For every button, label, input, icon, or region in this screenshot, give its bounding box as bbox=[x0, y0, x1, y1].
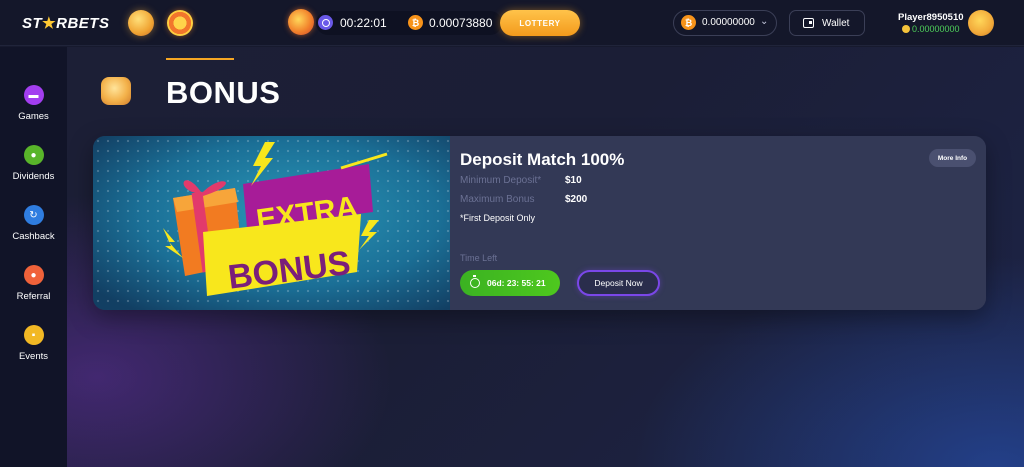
sidebar-item-label: Dividends bbox=[12, 171, 55, 182]
sidebar-item-dividends[interactable]: ● Dividends bbox=[0, 145, 67, 193]
gamepad-icon: ▬ bbox=[23, 85, 44, 105]
avatar[interactable] bbox=[968, 10, 994, 36]
bonus-card: EXTRA BONUS Deposit Match 100% More Info… bbox=[93, 136, 986, 310]
wallet-label: Wallet bbox=[822, 17, 850, 29]
logo-text-end: RBETS bbox=[56, 15, 110, 32]
lottery-badge-icon bbox=[288, 9, 314, 35]
lucky-wheel-icon[interactable] bbox=[167, 10, 193, 36]
sidebar-item-games[interactable]: ▬ Games bbox=[0, 85, 67, 133]
first-deposit-note: *First Deposit Only bbox=[460, 213, 536, 223]
max-bonus-value: $200 bbox=[565, 194, 588, 205]
sidebar: ▬ Games ● Dividends ↻ Cashback ● Referra… bbox=[0, 47, 67, 467]
logo-text-start: ST bbox=[22, 15, 43, 32]
sidebar-item-label: Events bbox=[18, 351, 49, 362]
countdown-timer: 06d: 23: 55: 21 bbox=[460, 270, 560, 296]
sidebar-item-label: Cashback bbox=[12, 231, 55, 242]
bonus-gift-icon bbox=[101, 77, 131, 105]
sidebar-item-events[interactable]: ▪ Events bbox=[0, 325, 67, 373]
lottery-timer: 00:22:01 bbox=[340, 16, 387, 30]
balance-selector[interactable]: ₿ 0.00000000 ⌄ bbox=[673, 10, 777, 36]
logo-star-icon: ★ bbox=[42, 15, 57, 32]
more-info-button[interactable]: More Info bbox=[929, 149, 976, 167]
sidebar-item-referral[interactable]: ● Referral bbox=[0, 265, 67, 313]
user-balance: 0.00000000 bbox=[912, 24, 960, 34]
coin-icon bbox=[902, 25, 910, 33]
username[interactable]: Player8950510 bbox=[898, 12, 964, 23]
referral-icon: ● bbox=[23, 265, 44, 285]
sidebar-item-cashback[interactable]: ↻ Cashback bbox=[0, 205, 67, 253]
bonus-gift-icon[interactable] bbox=[128, 10, 154, 36]
min-deposit-value: $10 bbox=[565, 175, 582, 186]
min-deposit-label: Minimum Deposit* bbox=[460, 175, 542, 186]
lottery-widget: 00:22:01 ₿ 0.00073880 LOTTERY bbox=[288, 9, 580, 36]
lottery-pot-amount: 0.00073880 bbox=[429, 16, 493, 30]
starbets-logo[interactable]: ST★RBETS bbox=[22, 14, 109, 32]
bitcoin-icon: ₿ bbox=[408, 15, 423, 30]
max-bonus-label: Maximum Bonus bbox=[460, 194, 535, 205]
bonus-details: Deposit Match 100% More Info Minimum Dep… bbox=[450, 136, 986, 310]
wallet-icon bbox=[803, 18, 814, 28]
dividends-icon: ● bbox=[23, 145, 44, 165]
deposit-now-button[interactable]: Deposit Now bbox=[577, 270, 660, 296]
top-bar: ST★RBETS 00:22:01 ₿ 0.00073880 LOTTERY ₿… bbox=[0, 0, 1024, 46]
sidebar-item-label: Referral bbox=[16, 291, 51, 302]
title-accent-line bbox=[166, 58, 234, 60]
cashback-icon: ↻ bbox=[23, 205, 44, 225]
bitcoin-icon: ₿ bbox=[681, 15, 696, 30]
stopwatch-icon bbox=[470, 275, 480, 288]
page-title: BONUS bbox=[166, 75, 281, 110]
main-content: BONUS EXTRA BONUS Deposit Match 100% Mor… bbox=[67, 47, 1024, 467]
chevron-down-icon: ⌄ bbox=[760, 16, 769, 27]
events-icon: ▪ bbox=[23, 325, 44, 345]
countdown-value: 06d: 23: 55: 21 bbox=[487, 278, 546, 288]
wallet-button[interactable]: Wallet bbox=[789, 10, 865, 36]
sidebar-item-label: Games bbox=[18, 111, 49, 122]
clock-icon bbox=[318, 15, 333, 30]
bonus-title: Deposit Match 100% bbox=[460, 150, 625, 169]
lottery-button[interactable]: LOTTERY bbox=[500, 10, 580, 36]
time-left-label: Time Left bbox=[460, 253, 498, 263]
balance-amount: 0.00000000 bbox=[702, 17, 755, 28]
extra-bonus-banner: EXTRA BONUS bbox=[93, 136, 450, 310]
